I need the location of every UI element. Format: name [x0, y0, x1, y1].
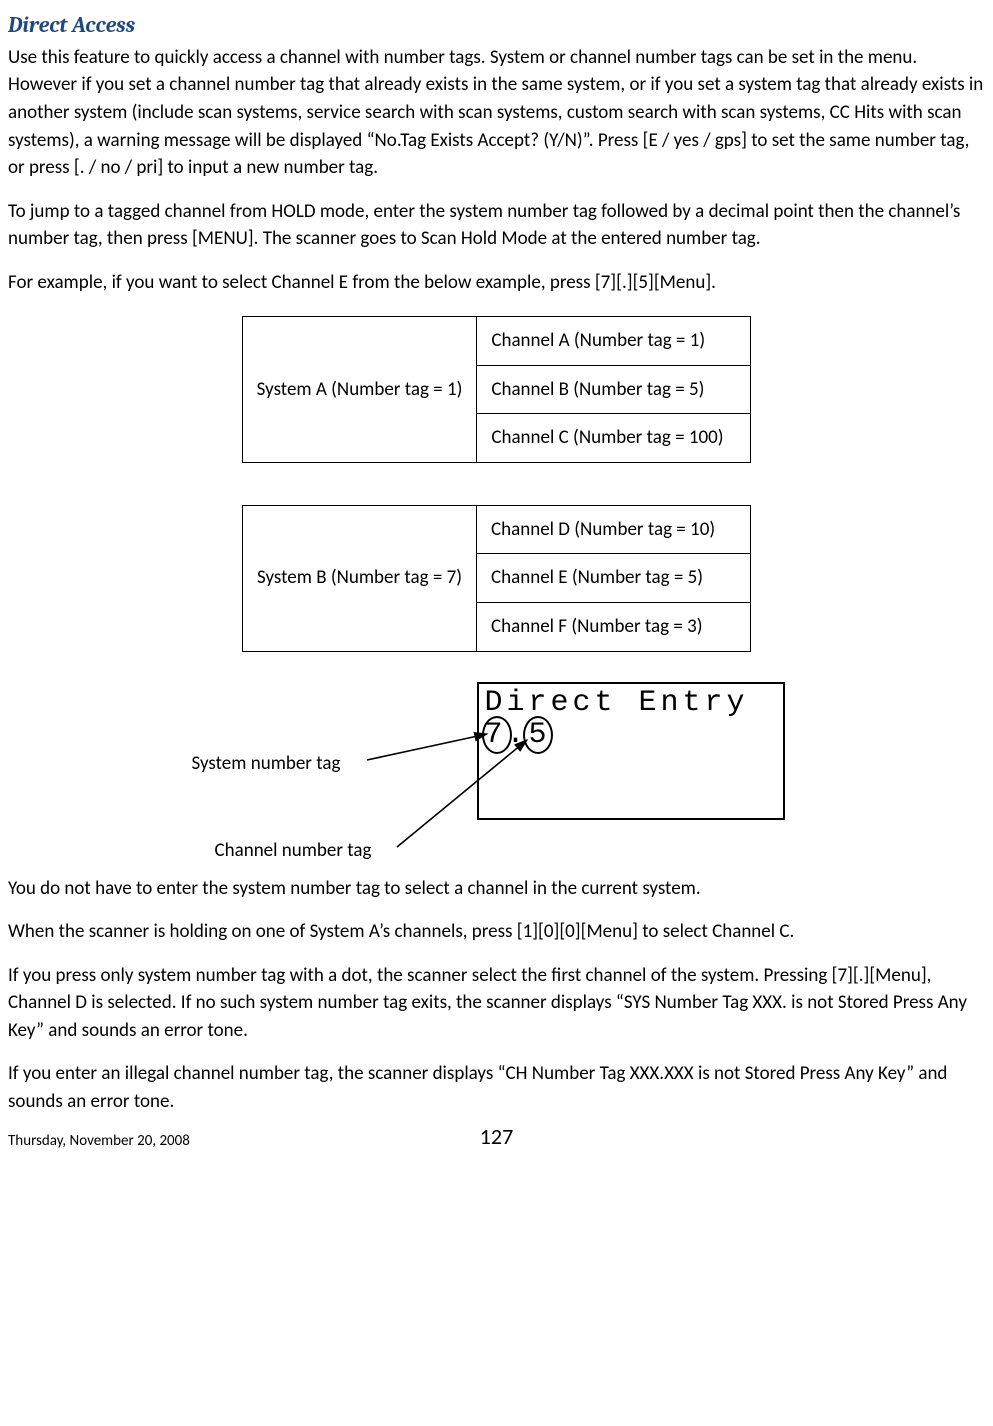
lcd-screen: Direct Entry 7.5	[477, 682, 785, 820]
lcd-diagram: Direct Entry 7.5 System number tag Chann…	[147, 682, 847, 857]
section-heading: Direct Access	[8, 10, 985, 42]
circle-annotation-icon	[482, 716, 512, 754]
footer-date: Thursday, November 20, 2008	[8, 1131, 190, 1153]
paragraph: For example, if you want to select Chann…	[8, 269, 985, 297]
page-footer: Thursday, November 20, 2008 127	[8, 1131, 985, 1153]
example-tables: System A (Number tag = 1) Channel A (Num…	[8, 316, 985, 651]
circle-annotation-icon	[523, 716, 553, 754]
channel-cell: Channel E (Number tag = 5)	[476, 554, 751, 603]
paragraph: You do not have to enter the system numb…	[8, 875, 985, 903]
system-a-label: System A (Number tag = 1)	[242, 316, 477, 463]
system-b-label: System B (Number tag = 7)	[242, 505, 476, 652]
paragraph: To jump to a tagged channel from HOLD mo…	[8, 198, 985, 253]
lcd-line2: 7.5	[485, 720, 551, 750]
system-number-tag-label: System number tag	[192, 750, 341, 778]
lcd-line1: Direct Entry	[485, 688, 777, 718]
paragraph: If you enter an illegal channel number t…	[8, 1060, 985, 1115]
channel-cell: Channel B (Number tag = 5)	[476, 366, 751, 415]
channel-number-tag-label: Channel number tag	[215, 837, 372, 865]
system-a-table: System A (Number tag = 1) Channel A (Num…	[242, 316, 752, 463]
channel-cell: Channel A (Number tag = 1)	[476, 316, 751, 366]
paragraph: Use this feature to quickly access a cha…	[8, 44, 985, 182]
channel-cell: Channel D (Number tag = 10)	[476, 505, 751, 555]
page-number: 127	[480, 1121, 513, 1153]
channel-cell: Channel F (Number tag = 3)	[476, 603, 751, 652]
paragraph: When the scanner is holding on one of Sy…	[8, 918, 985, 946]
channel-cell: Channel C (Number tag = 100)	[476, 414, 751, 463]
system-b-table: System B (Number tag = 7) Channel D (Num…	[242, 505, 751, 652]
paragraph: If you press only system number tag with…	[8, 962, 985, 1045]
